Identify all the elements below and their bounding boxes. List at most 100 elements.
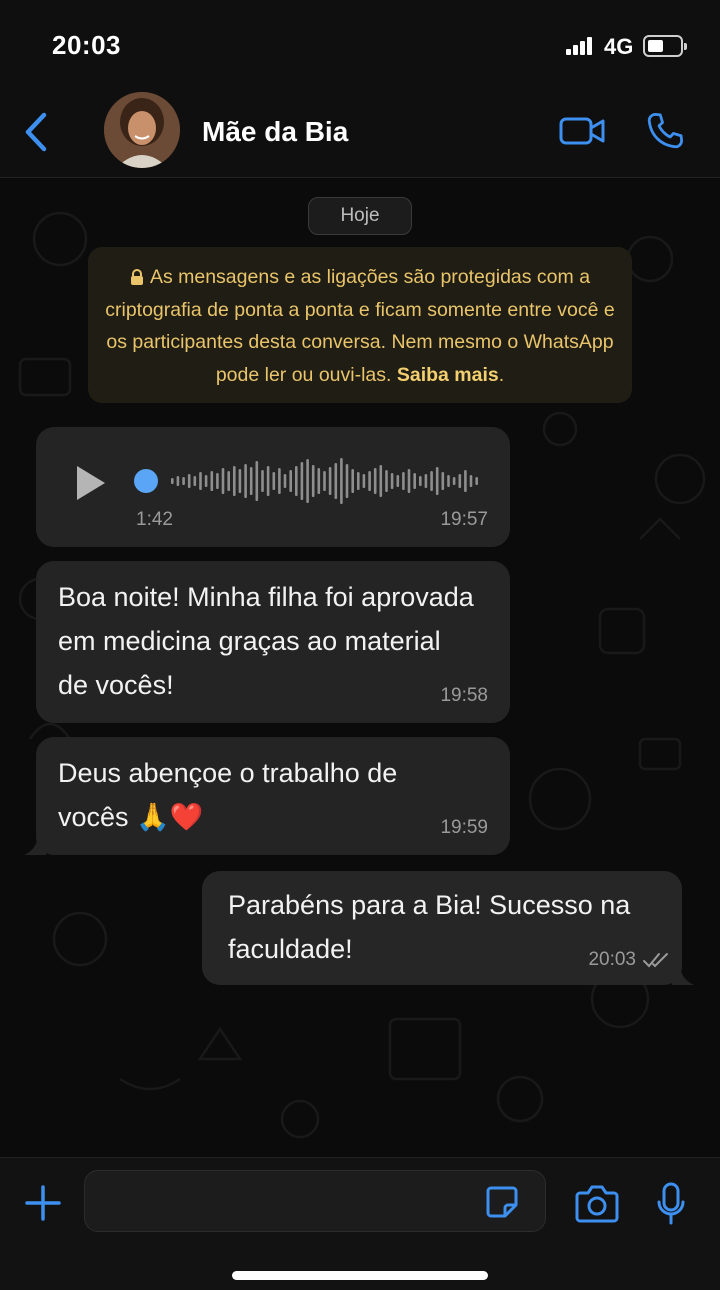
message-time: 19:58 bbox=[440, 685, 488, 706]
waveform-bar bbox=[351, 469, 354, 493]
signal-strength-icon bbox=[566, 37, 594, 55]
sticker-icon bbox=[486, 1186, 518, 1218]
waveform-bar bbox=[311, 465, 315, 497]
message-bubble-outgoing[interactable]: Parabéns para a Bia! Sucesso na faculdad… bbox=[202, 871, 682, 985]
waveform-bar bbox=[272, 472, 276, 490]
lock-icon bbox=[130, 263, 144, 285]
waveform-bar bbox=[357, 472, 360, 490]
waveform-bar bbox=[278, 468, 281, 494]
waveform-bar bbox=[249, 467, 253, 495]
waveform-bar bbox=[464, 470, 467, 492]
waveform-bar bbox=[469, 475, 473, 487]
waveform-bar bbox=[266, 466, 270, 496]
message-time: 20:03 bbox=[588, 949, 636, 970]
waveform-bar bbox=[452, 477, 456, 485]
waveform-bar bbox=[306, 459, 309, 503]
waveform-bar bbox=[373, 468, 377, 494]
waveform-bar bbox=[176, 476, 180, 486]
waveform-bar bbox=[255, 461, 259, 501]
message-bubble-incoming[interactable]: Boa noite! Minha filha foi aprovada em m… bbox=[36, 561, 510, 723]
home-indicator bbox=[232, 1271, 488, 1280]
voice-message[interactable]: 1:42 19:57 bbox=[36, 427, 510, 547]
waveform-bar bbox=[171, 478, 174, 484]
waveform-bar bbox=[289, 470, 292, 492]
waveform-bar bbox=[379, 465, 383, 497]
microphone-icon bbox=[657, 1182, 685, 1225]
waveform-bar bbox=[328, 467, 332, 495]
waveform-bar bbox=[244, 464, 247, 498]
message-text: Boa noite! Minha filha foi aprovada em m… bbox=[58, 582, 474, 700]
waveform-bar bbox=[216, 473, 219, 489]
waveform-bar bbox=[345, 464, 349, 498]
waveform-bar bbox=[204, 475, 208, 487]
waveform-bar bbox=[419, 476, 422, 486]
waveform-bar bbox=[261, 470, 264, 492]
play-button[interactable] bbox=[74, 463, 108, 503]
waveform-bar bbox=[362, 474, 366, 488]
video-call-icon bbox=[559, 117, 605, 145]
waveform-bar bbox=[430, 471, 433, 491]
waveform-bar bbox=[402, 472, 405, 490]
waveform-bar bbox=[199, 472, 202, 490]
message-time: 19:57 bbox=[440, 509, 488, 530]
bubble-tail bbox=[24, 833, 46, 855]
audio-seek-handle[interactable] bbox=[134, 469, 158, 493]
network-type: 4G bbox=[604, 34, 634, 59]
status-bar: 20:03 4G bbox=[0, 0, 720, 92]
chat-area[interactable]: Hoje As mensagens e as ligações são prot… bbox=[0, 179, 720, 1157]
phone-icon bbox=[647, 112, 684, 149]
waveform-bar bbox=[283, 474, 287, 488]
waveform-bar bbox=[210, 471, 214, 491]
waveform-bar bbox=[390, 473, 394, 489]
back-button[interactable] bbox=[20, 110, 52, 154]
status-time: 20:03 bbox=[52, 30, 121, 60]
waveform-bar bbox=[334, 463, 338, 499]
waveform-bar bbox=[182, 477, 185, 485]
waveform-bar bbox=[413, 473, 416, 489]
video-call-button[interactable] bbox=[558, 114, 606, 148]
waveform-bar bbox=[227, 471, 230, 491]
encryption-notice[interactable]: As mensagens e as ligações são protegida… bbox=[88, 247, 632, 403]
play-icon bbox=[77, 466, 105, 500]
sticker-button[interactable] bbox=[485, 1185, 519, 1219]
waveform-bar bbox=[396, 475, 400, 487]
back-chevron-icon bbox=[25, 112, 47, 152]
waveform-bar bbox=[435, 467, 439, 495]
battery-icon bbox=[643, 35, 687, 57]
waveform-bar bbox=[441, 472, 445, 490]
waveform-bar bbox=[323, 471, 326, 491]
waveform-bar bbox=[317, 468, 321, 494]
waveform-bar bbox=[385, 470, 388, 492]
contact-avatar[interactable] bbox=[104, 92, 180, 168]
waveform-bar bbox=[295, 466, 298, 496]
learn-more-link[interactable]: Saiba mais bbox=[397, 364, 499, 386]
attach-button[interactable] bbox=[24, 1184, 62, 1222]
message-time: 19:59 bbox=[440, 817, 488, 838]
message-input-bar bbox=[0, 1157, 720, 1290]
bubble-tail bbox=[672, 963, 694, 985]
chat-header: Mãe da Bia bbox=[0, 92, 720, 178]
waveform-bar bbox=[447, 475, 450, 487]
contact-name[interactable]: Mãe da Bia bbox=[202, 116, 348, 148]
camera-icon bbox=[575, 1185, 619, 1223]
camera-button[interactable] bbox=[574, 1184, 620, 1224]
voice-call-button[interactable] bbox=[644, 110, 686, 152]
waveform-bar bbox=[187, 474, 191, 488]
waveform-bar bbox=[238, 469, 242, 493]
plus-icon bbox=[25, 1185, 61, 1221]
waveform-bar bbox=[475, 477, 478, 485]
waveform-bar bbox=[233, 466, 236, 496]
audio-waveform[interactable] bbox=[170, 453, 480, 509]
message-input[interactable] bbox=[84, 1170, 546, 1232]
date-chip: Hoje bbox=[308, 197, 412, 235]
waveform-bar bbox=[193, 476, 197, 486]
waveform-bar bbox=[221, 468, 225, 494]
voice-record-button[interactable] bbox=[656, 1182, 686, 1226]
waveform-bar bbox=[458, 474, 462, 488]
message-bubble-incoming[interactable]: Deus abençoe o trabalho de vocês 🙏❤️ 19:… bbox=[36, 737, 510, 855]
voice-duration: 1:42 bbox=[136, 509, 173, 530]
double-check-icon bbox=[643, 953, 668, 968]
waveform-bar bbox=[368, 471, 371, 491]
message-text: Deus abençoe o trabalho de vocês 🙏❤️ bbox=[58, 758, 398, 832]
waveform-bar bbox=[340, 458, 343, 504]
